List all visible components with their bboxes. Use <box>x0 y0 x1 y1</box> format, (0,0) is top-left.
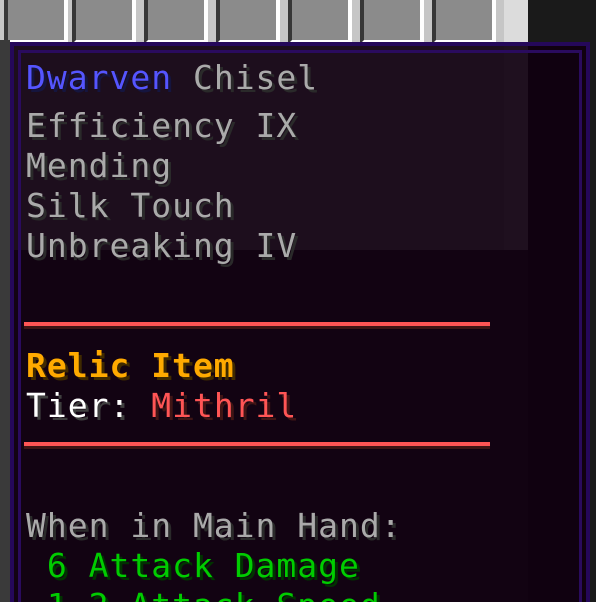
enchantment-line: Unbreaking IV <box>26 226 298 265</box>
separator-line <box>24 442 490 446</box>
inventory-slot[interactable] <box>216 0 280 44</box>
world-background-left <box>0 40 10 602</box>
item-title-prefix: Dwarven <box>26 58 173 97</box>
inventory-slot[interactable] <box>4 0 68 44</box>
inventory-slot[interactable] <box>288 0 352 44</box>
game-screen: Dwarven Chisel Efficiency IX Mending Sil… <box>0 0 596 602</box>
tier-line: Tier: Mithril <box>26 386 297 426</box>
inventory-slot[interactable] <box>360 0 424 44</box>
separator-line <box>24 322 490 326</box>
item-tooltip: Dwarven Chisel Efficiency IX Mending Sil… <box>10 42 590 602</box>
inventory-slot[interactable] <box>432 0 496 44</box>
tier-label: Tier: <box>26 386 131 425</box>
item-title: Dwarven Chisel <box>26 58 318 98</box>
tier-value: Mithril <box>151 386 298 425</box>
attribute-line: 6 Attack Damage <box>26 546 360 585</box>
enchantment-line: Silk Touch <box>26 186 235 225</box>
item-title-name: Chisel <box>192 58 319 97</box>
inventory-slot[interactable] <box>144 0 208 44</box>
enchantment-line: Efficiency IX <box>26 106 298 145</box>
relic-label: Relic Item <box>26 346 235 385</box>
enchantment-line: Mending <box>26 146 173 185</box>
inventory-slot[interactable] <box>72 0 136 44</box>
main-hand-header: When in Main Hand: <box>26 506 402 545</box>
attribute-line: 1.2 Attack Speed <box>26 586 381 602</box>
